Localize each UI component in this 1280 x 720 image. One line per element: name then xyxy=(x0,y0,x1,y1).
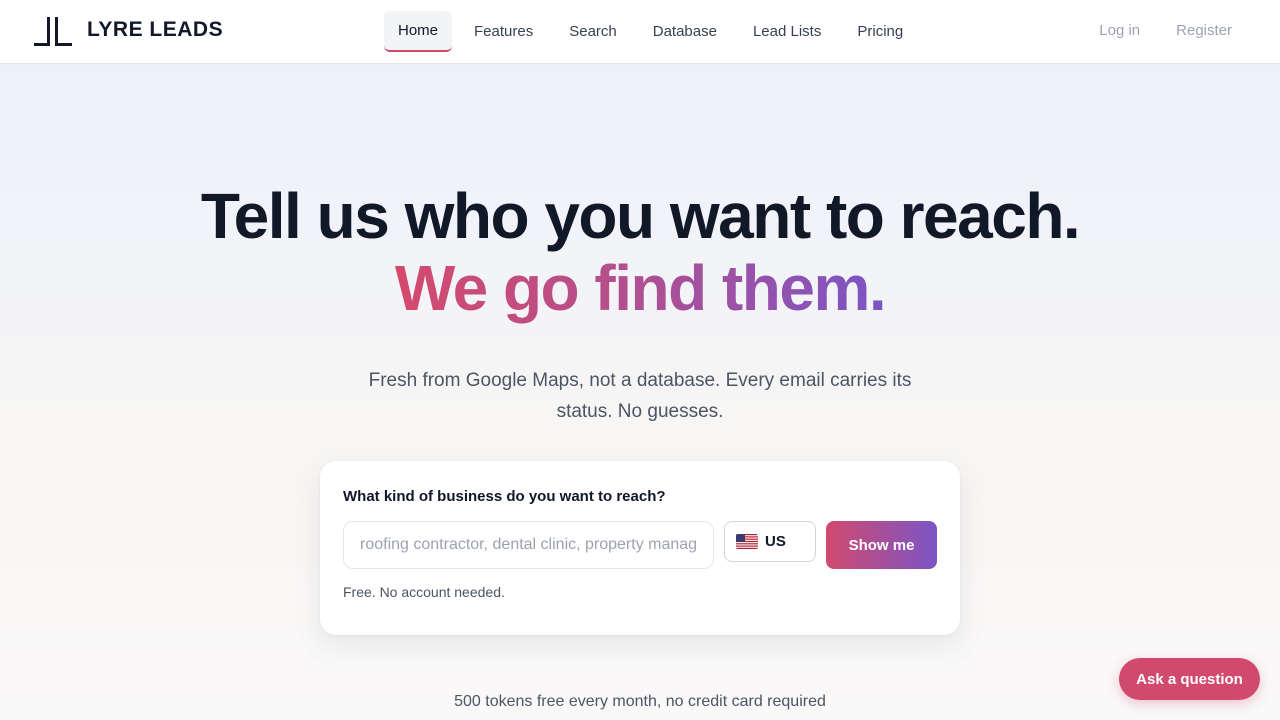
nav-home[interactable]: Home xyxy=(384,11,453,52)
nav-search[interactable]: Search xyxy=(551,11,635,52)
free-tokens-note: 500 tokens free every month, no credit c… xyxy=(454,693,826,710)
hero-title: Tell us who you want to reach. xyxy=(200,180,1081,252)
show-me-button[interactable]: Show me xyxy=(826,521,937,569)
login-link[interactable]: Log in xyxy=(1099,22,1140,39)
country-code: US xyxy=(765,533,786,550)
register-link[interactable]: Register xyxy=(1176,22,1232,39)
ask-question-button[interactable]: Ask a question xyxy=(1119,658,1260,700)
business-search-input[interactable] xyxy=(343,521,714,569)
search-card: What kind of business do you want to rea… xyxy=(320,461,960,635)
search-note: Free. No account needed. xyxy=(343,584,505,600)
hero-accent: We go find them. xyxy=(0,250,1280,326)
lyre-logo-icon xyxy=(34,14,74,46)
nav-features[interactable]: Features xyxy=(456,11,551,52)
nav-database[interactable]: Database xyxy=(635,11,735,52)
us-flag-icon xyxy=(736,534,758,549)
nav-pricing[interactable]: Pricing xyxy=(839,11,921,52)
search-label: What kind of business do you want to rea… xyxy=(343,488,666,505)
brand-logo[interactable]: LYRE LEADS xyxy=(34,14,223,46)
auth-links: Log in Register xyxy=(1099,22,1232,39)
brand-name: LYRE LEADS xyxy=(87,18,224,41)
hero-subtitle: Fresh from Google Maps, not a database. … xyxy=(368,370,912,422)
site-header: LYRE LEADS Home Features Search Database… xyxy=(0,0,1280,64)
hero-accent-text: We go find them. xyxy=(394,252,887,324)
main-nav: Home Features Search Database Lead Lists… xyxy=(384,11,921,52)
country-select[interactable]: US xyxy=(724,521,816,562)
nav-lead-lists[interactable]: Lead Lists xyxy=(735,11,839,52)
